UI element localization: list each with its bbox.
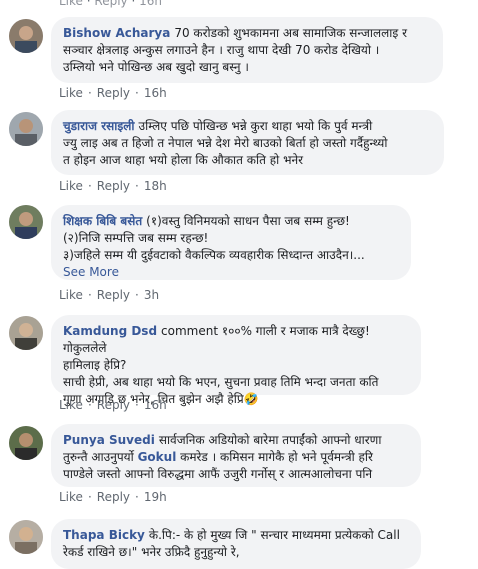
avatar[interactable] [9, 205, 43, 239]
comment-author[interactable]: Bishow Acharya [63, 26, 170, 40]
comment-actions: Like · Reply · 19h [59, 490, 167, 504]
timestamp: 3h [143, 288, 160, 302]
timestamp: 16h [143, 398, 167, 412]
avatar[interactable] [9, 520, 43, 554]
comment-bubble: शिक्षक बिबि बसेत (१)वस्तु विनिमयको साधन प… [51, 205, 411, 280]
mention-link[interactable]: Gokul [138, 450, 177, 464]
avatar[interactable] [9, 19, 43, 53]
comment-text: (१)वस्तु विनिमयको साधन पैसा जब सम्म हुन्… [146, 214, 350, 228]
like-link[interactable]: Like [59, 288, 83, 302]
reply-link[interactable]: Reply [94, 0, 127, 8]
reply-link[interactable]: Reply [97, 398, 130, 412]
comment-bubble: Punya Suvedi सार्वजनिक अडियोको बारेमा तपा… [51, 424, 421, 487]
comment-text: के.पि:- के हो मुख्य जि " सन्चार माध्यममा… [148, 528, 400, 542]
comment-text: उम्लियो भने पोखिन्छ अब खुदो खानु बस्नु । [63, 60, 249, 74]
comment-author[interactable]: चुडाराज रसाइली [63, 119, 135, 133]
reply-link[interactable]: Reply [97, 490, 130, 504]
reply-link[interactable]: Reply [97, 86, 130, 100]
timestamp: 19h [143, 490, 167, 504]
comment-bubble: Bishow Acharya 70 करोडको शुभकामना अब सामा… [51, 17, 443, 83]
reply-link[interactable]: Reply [97, 179, 130, 193]
comment-bubble: चुडाराज रसाइली उम्लिए पछि पोखिन्छ भन्ने क… [51, 110, 444, 175]
avatar[interactable] [9, 316, 43, 350]
comment-text: (२)निजि सम्पत्ति जब सम्म रहन्छ! [63, 231, 209, 245]
reply-link[interactable]: Reply [97, 288, 130, 302]
comment-text: हामिलाइ हेप्रि? [63, 358, 127, 372]
comment-text: सार्वजनिक अडियोको बारेमा तपाईंको आफ्नो ध… [158, 433, 382, 447]
timestamp: 18h [143, 179, 167, 193]
comment-text: उम्लिए पछि पोखिन्छ भन्ने कुरा थाहा भयो क… [138, 119, 373, 133]
top-partial-actions: Like · Reply · 16h [59, 0, 162, 8]
comment-author[interactable]: Kamdung Dsd [63, 324, 157, 338]
comment-text: त होइन आज थाहा भयो होला कि औकात कति हो भ… [63, 153, 304, 167]
avatar[interactable] [9, 112, 43, 146]
comment-text: तुरुन्तै आउनुपर्यो [63, 450, 138, 464]
comment-actions: Like · Reply · 16h [59, 86, 167, 100]
like-link[interactable]: Like [59, 0, 83, 8]
like-link[interactable]: Like [59, 398, 83, 412]
like-link[interactable]: Like [59, 179, 83, 193]
like-link[interactable]: Like [59, 490, 83, 504]
timestamp: 16h [143, 86, 167, 100]
comment-bubble: Kamdung Dsd comment १००% गाली र मजाक मात्… [51, 315, 421, 406]
comment-text: ज्यु लाइ अब त हिजो त नेपाल भन्ने देश मेर… [63, 136, 388, 150]
comment-text: पाण्डेले जस्तो आफ्नो विरुद्धमा आफैं उजुर… [63, 467, 373, 481]
comment-actions: Like · Reply · 18h [59, 179, 167, 193]
comment-author[interactable]: Thapa Bicky [63, 528, 145, 542]
see-more-link[interactable]: See More [63, 264, 399, 281]
comment-text: सञ्चार क्षेत्रलाइ अन्कुस लगाउने हैन । रा… [63, 43, 380, 57]
like-link[interactable]: Like [59, 86, 83, 100]
comment-author[interactable]: Punya Suvedi [63, 433, 155, 447]
comment-actions: Like · Reply · 3h [59, 288, 160, 302]
comment-text: ३)जहिले सम्म यी दुईवटाको वैकल्पिक व्यवहा… [63, 248, 365, 262]
comment-text: साची हेप्री, अब थाहा भयो कि भएन, सुचना प… [63, 375, 379, 389]
comment-text: 70 करोडको शुभकामना अब सामाजिक सन्जाललाइ … [174, 26, 407, 40]
comment-author[interactable]: शिक्षक बिबि बसेत [63, 214, 142, 228]
avatar[interactable] [9, 426, 43, 460]
comment-text: रेकर्ड राखिने छ।" भनेर उफ्रिदै हुनुहुन्य… [63, 545, 240, 559]
comment-actions: Like · Reply · 16h [59, 398, 167, 412]
comment-text: कमरेड । कमिसन मागेकै हो भने पूर्वमन्त्री… [176, 450, 373, 464]
timestamp: 16h [139, 0, 163, 8]
